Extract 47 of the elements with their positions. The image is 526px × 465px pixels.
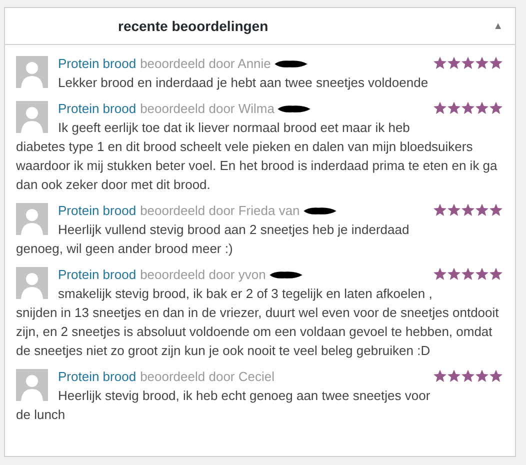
product-link[interactable]: Protein brood bbox=[58, 367, 136, 386]
product-link[interactable]: Protein brood bbox=[58, 99, 136, 118]
star-icon bbox=[447, 203, 461, 217]
widget-title: recente beoordelingen bbox=[118, 18, 270, 34]
reviewer-name: beoordeeld door Wilma bbox=[140, 100, 274, 118]
star-icon bbox=[433, 203, 447, 217]
star-icon bbox=[447, 56, 461, 70]
review-text: Ik geeft eerlijk toe dat ik liever normaal brood eet maar ik heb diabetes type 1 en dit brood scheelt vele pieken en dalen van mijn bloedsuikers waardoor ik mij stukken beter voel. En het brood is inderdaad prima te eten en ik ga dan ook zeker door met dit brood. bbox=[16, 119, 498, 194]
star-icon bbox=[447, 267, 461, 281]
star-icon bbox=[461, 203, 475, 217]
avatar-icon bbox=[16, 267, 48, 299]
star-icon bbox=[461, 267, 475, 281]
review-text: Heerlijk vullend stevig brood aan 2 sneetjes heb je inderdaad genoeg, wil geen ander brood meer :) bbox=[16, 221, 410, 258]
product-link[interactable]: Protein brood bbox=[58, 265, 136, 284]
reviewer-name: beoordeeld door Annie bbox=[140, 55, 271, 73]
star-icon bbox=[433, 101, 447, 115]
star-icon bbox=[461, 369, 475, 383]
star-icon bbox=[461, 101, 475, 115]
star-icon bbox=[433, 267, 447, 281]
review-text: Lekker brood en inderdaad je hebt aan twee sneetjes voldoende bbox=[57, 74, 430, 92]
star-icon bbox=[433, 369, 447, 383]
reviewer-name: beoordeeld door Frieda van bbox=[140, 202, 300, 220]
star-icon bbox=[489, 203, 503, 217]
star-icon bbox=[475, 369, 489, 383]
star-icon bbox=[475, 203, 489, 217]
reviewer-name: beoordeeld door yvon bbox=[140, 266, 266, 284]
reviewer-name: beoordeeld door Ceciel bbox=[140, 368, 274, 386]
product-link[interactable]: Protein brood bbox=[58, 54, 136, 73]
star-icon bbox=[475, 56, 489, 70]
star-icon bbox=[489, 101, 503, 115]
avatar-icon bbox=[16, 101, 48, 133]
star-icon bbox=[461, 56, 475, 70]
star-icon bbox=[433, 56, 447, 70]
review-text: smakelijk stevig brood, ik bak er 2 of 3 tegelijk en laten afkoelen , snijden in 13 sneetjes en dan in de vriezer, duurt wel even voor de sneetjes ontdooit zijn, en 2 sneetjes is absoluut voldoende om een voldaan gevoel te hebben, omdat de sneetjes niet zo groot zijn kun je ook nooit te veel beleg gebruiken :D bbox=[16, 285, 500, 360]
star-icon bbox=[475, 101, 489, 115]
product-link[interactable]: Protein brood bbox=[58, 201, 136, 220]
star-icon bbox=[447, 101, 461, 115]
collapse-toggle[interactable]: ▲ bbox=[491, 18, 505, 34]
star-icon bbox=[475, 267, 489, 281]
star-icon bbox=[489, 56, 503, 70]
avatar-icon bbox=[16, 369, 48, 401]
avatar-icon bbox=[16, 203, 48, 235]
star-icon bbox=[489, 267, 503, 281]
avatar-icon bbox=[16, 56, 48, 88]
review-text: Heerlijk stevig brood, ik heb echt genoeg aan twee sneetjes voor de lunch bbox=[16, 387, 432, 424]
star-icon bbox=[489, 369, 503, 383]
star-icon bbox=[447, 369, 461, 383]
